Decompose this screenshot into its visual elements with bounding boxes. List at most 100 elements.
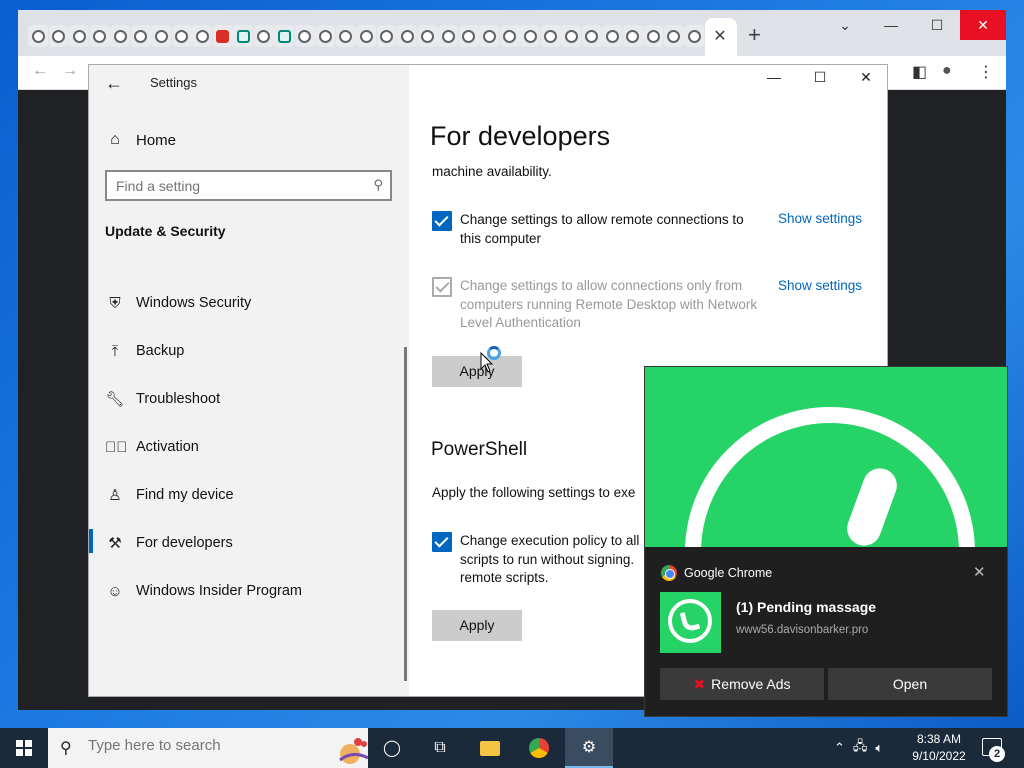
settings-taskbar-icon[interactable]: ⚙ [565,728,613,768]
chrome-tab[interactable] [274,25,294,47]
chrome-tab[interactable] [212,25,233,47]
chrome-tab[interactable] [294,25,315,47]
chrome-tab[interactable] [438,25,458,47]
chrome-tab[interactable] [520,25,540,47]
chrome-tab[interactable] [89,25,110,47]
side-panel-icon[interactable]: ◧ [912,62,927,82]
taskbar: ⚲ ◯ ⧉ ⚙ ⌃ 🖧︎ 🔈︎ 8:38 AM 9/10/2022 2 [0,728,1024,768]
sidebar-item-find-my-device[interactable]: ♙ Find my device [105,483,233,507]
remote-connections-checkbox[interactable] [432,211,452,231]
chrome-tab[interactable] [663,25,684,47]
chrome-taskbar-icon[interactable] [515,728,563,768]
profile-avatar-icon[interactable]: ● [942,62,952,80]
execution-policy-checkbox[interactable] [432,532,452,552]
chrome-tab[interactable] [151,25,171,47]
chrome-tab[interactable] [69,25,89,47]
taskbar-search-box[interactable]: ⚲ [48,728,368,768]
apply-button[interactable]: Apply [432,356,522,387]
clock-date: 9/10/2022 [912,749,966,763]
chrome-tab[interactable] [192,25,212,47]
chrome-tab[interactable] [622,25,643,47]
minimize-button[interactable]: — [751,69,797,85]
notification-close-icon[interactable]: ✕ [973,563,986,581]
tab-favicon-icon [93,29,106,43]
chrome-tab[interactable] [602,25,622,47]
nav-section-title: Update & Security [105,223,226,239]
apply-button-2[interactable]: Apply [432,610,522,641]
tab-close-icon[interactable]: ✕ [712,26,728,46]
tab-favicon-icon [359,29,373,43]
volume-icon[interactable]: 🔈︎ [875,740,883,756]
search-icon[interactable]: ⚲ [373,177,383,193]
chrome-notification-toast[interactable]: Google Chrome ✕ (1) Pending massage www5… [644,366,1008,717]
chrome-tab[interactable] [28,25,48,47]
open-button[interactable]: Open [828,668,992,700]
cortana-icon[interactable]: ◯ [368,728,416,768]
tab-favicon-icon [318,29,332,43]
chrome-tab[interactable] [48,25,69,47]
chrome-tab[interactable] [233,25,253,47]
chrome-tab[interactable] [499,25,520,47]
chrome-tab[interactable] [581,25,602,47]
chrome-menu-icon[interactable]: ⋮ [978,62,994,82]
chrome-tab[interactable] [110,25,130,47]
show-settings-link[interactable]: Show settings [778,278,862,293]
sidebar-item-backup[interactable]: ⤒ Backup [105,339,185,363]
tab-favicon-icon [380,29,393,43]
tab-favicon-icon [277,29,291,43]
chrome-tab[interactable] [540,25,561,47]
red-x-icon: ✖ [693,676,706,692]
tab-favicon-icon [31,29,45,43]
sidebar-item-windows-security[interactable]: ⛨ Windows Security [105,291,251,315]
taskbar-search-input[interactable] [88,737,308,754]
new-tab-button[interactable]: + [748,22,761,48]
back-arrow-icon[interactable]: ← [32,62,48,80]
forward-arrow-icon[interactable]: → [62,62,78,80]
sidebar-item-windows-insider[interactable]: ☺ Windows Insider Program [105,579,302,603]
nla-checkbox[interactable] [432,277,452,297]
chrome-tab[interactable] [417,25,438,47]
chrome-tab[interactable] [253,25,274,47]
chevron-up-icon[interactable]: ⌃ [834,740,845,756]
taskbar-clock[interactable]: 8:38 AM 9/10/2022 [906,731,972,765]
settings-search-box[interactable]: ⚲ [105,170,392,201]
intro-text: machine availability. [432,164,552,179]
tab-search-icon[interactable]: ⌄ [822,10,868,40]
remove-ads-button[interactable]: ✖ Remove Ads [660,668,824,700]
chrome-tab[interactable] [356,25,376,47]
tab-favicon-icon [646,29,660,43]
chrome-tab[interactable] [315,25,335,47]
chrome-tab[interactable] [479,25,499,47]
chrome-tab[interactable] [684,25,704,47]
search-highlight-image [339,738,368,764]
chrome-minimize-button[interactable]: — [868,10,914,40]
sidebar-item-activation[interactable]: ✓⃝ Activation [105,435,199,459]
network-icon[interactable]: 🖧︎ [853,737,868,759]
sidebar-item-troubleshoot[interactable]: 🔧︎ Troubleshoot [105,387,220,411]
chrome-tab[interactable] [335,25,356,47]
chrome-maximize-button[interactable]: ☐ [914,10,960,40]
sidebar-scrollbar[interactable] [404,347,407,681]
task-view-icon[interactable]: ⧉ [416,728,464,768]
tab-favicon-icon [113,29,127,43]
tab-favicon-icon [544,29,557,43]
settings-search-input[interactable] [107,172,357,199]
start-button[interactable] [0,728,48,768]
back-arrow-icon[interactable]: ← [105,73,123,94]
close-button[interactable]: ✕ [843,69,889,86]
chrome-tab[interactable] [376,25,397,47]
show-settings-link[interactable]: Show settings [778,211,862,226]
chrome-tab[interactable] [643,25,663,47]
maximize-button[interactable]: ☐ [797,69,843,86]
whatsapp-icon [660,592,721,653]
chrome-tab[interactable] [171,25,192,47]
chrome-tab[interactable] [397,25,417,47]
sidebar-item-home[interactable]: ⌂ Home [105,131,176,149]
chrome-tab[interactable] [561,25,581,47]
chrome-tab[interactable] [458,25,479,47]
tab-favicon-icon [236,29,250,43]
chrome-close-button[interactable]: ✕ [960,10,1006,40]
file-explorer-icon[interactable] [466,728,514,768]
chrome-tab[interactable] [130,25,151,47]
sidebar-item-for-developers[interactable]: ⚒ For developers [105,531,232,555]
